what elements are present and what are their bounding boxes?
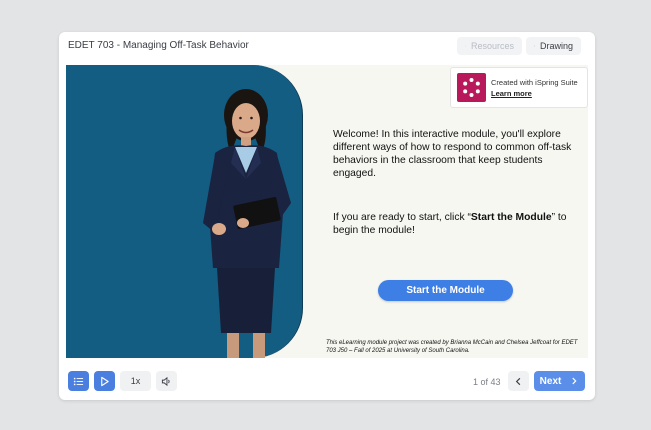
playback-speed-button[interactable]: 1x	[120, 371, 151, 391]
play-icon	[101, 376, 109, 386]
volume-button[interactable]	[156, 371, 177, 391]
instruction-bold: Start the Module	[470, 212, 552, 223]
play-button[interactable]	[94, 371, 115, 391]
slide-area: Created with iSpring Suite Learn more We…	[66, 65, 588, 358]
instruction-prefix: If you are ready to start, click “	[333, 212, 471, 223]
ispring-learn-more-link[interactable]: Learn more	[491, 89, 532, 98]
instruction-text: If you are ready to start, click “Start …	[333, 211, 583, 237]
chevron-left-icon	[515, 377, 521, 385]
ispring-created-text: Created with iSpring Suite	[491, 78, 578, 87]
credits-text: This eLearning module project was create…	[326, 340, 578, 354]
chevron-right-icon	[572, 377, 577, 385]
next-button[interactable]: Next	[534, 371, 585, 391]
speed-label: 1x	[130, 376, 141, 386]
previous-button[interactable]	[508, 371, 529, 391]
start-module-button[interactable]: Start the Module	[378, 280, 513, 301]
pen-scribble-icon	[534, 45, 535, 47]
drawing-label: Drawing	[539, 41, 573, 51]
outline-menu-button[interactable]	[68, 371, 89, 391]
welcome-text: Welcome! In this interactive module, you…	[333, 129, 572, 179]
resources-button[interactable]: Resources	[457, 37, 522, 55]
ispring-logo-icon	[457, 73, 486, 102]
player-window: EDET 703 - Managing Off-Task Behavior Re…	[59, 32, 595, 400]
teacher-photo	[203, 89, 291, 358]
course-title: EDET 703 - Managing Off-Task Behavior	[68, 40, 249, 51]
paperclip-icon	[465, 45, 466, 47]
page-counter: 1 of 43	[473, 377, 501, 387]
next-label: Next	[539, 375, 562, 387]
resources-label: Resources	[470, 41, 514, 51]
top-bar: EDET 703 - Managing Off-Task Behavior Re…	[59, 32, 595, 60]
bottom-bar: 1x 1 of 43 Next	[59, 367, 595, 395]
ispring-badge: Created with iSpring Suite Learn more	[450, 67, 588, 108]
drawing-button[interactable]: Drawing	[526, 37, 581, 55]
list-icon	[73, 377, 84, 385]
volume-icon	[161, 376, 170, 386]
